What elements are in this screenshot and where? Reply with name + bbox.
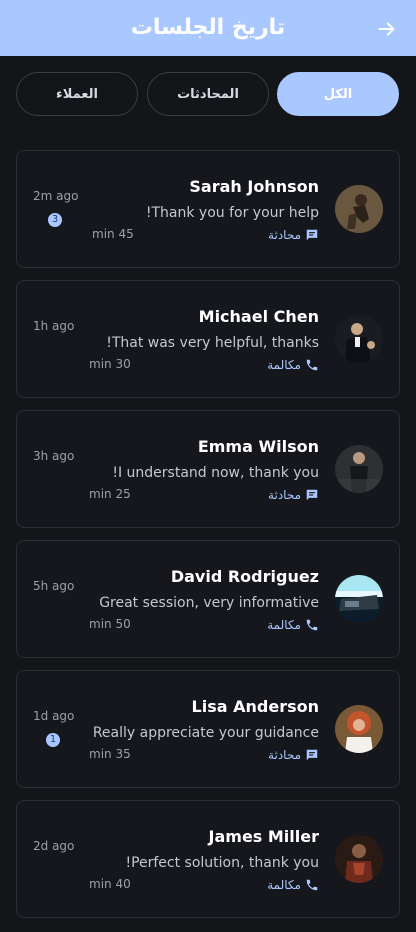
phone-icon [305,358,319,372]
session-time: 2m ago [33,189,79,203]
session-time: 1d ago [33,709,75,723]
session-time: 1h ago [33,319,75,333]
session-duration: min 30 [89,357,131,371]
session-duration: min 35 [89,747,131,761]
session-type-label: مكالمة [267,878,301,892]
session-type-label: مكالمة [267,618,301,632]
back-button[interactable] [372,14,402,44]
session-type: محادثة [268,747,319,763]
session-type: محادثة [268,487,319,503]
session-type: مكالمة [267,617,319,633]
session-type-label: محادثة [268,228,301,242]
session-message: !Perfect solution, thank you [125,855,319,871]
session-name: Michael Chen [198,307,319,326]
session-duration: min 50 [89,617,131,631]
session-type: محادثة [268,227,319,243]
chat-icon [305,488,319,502]
phone-icon [305,878,319,892]
page-title: تاريخ الجلسات [130,15,286,40]
phone-icon [305,618,319,632]
session-message: !That was very helpful, thanks [106,335,319,351]
session-duration: min 25 [89,487,131,501]
tab-clients[interactable]: العملاء [16,72,138,116]
avatar [335,705,383,753]
session-type-label: مكالمة [267,358,301,372]
session-name: Lisa Anderson [191,697,319,716]
chat-icon [305,228,319,242]
session-message: Really appreciate your guidance [92,725,319,741]
arrow-right-icon [378,22,395,36]
chat-icon [305,748,319,762]
session-card[interactable]: Lisa Anderson Really appreciate your gui… [16,670,400,788]
avatar [335,315,383,363]
session-message: !Thank you for your help [145,205,319,221]
session-card[interactable]: Emma Wilson !I understand now, thank you… [16,410,400,528]
session-card[interactable]: David Rodriguez Great session, very info… [16,540,400,658]
avatar [335,185,383,233]
session-message: Great session, very informative [99,595,319,611]
session-name: David Rodriguez [170,567,319,586]
avatar [335,835,383,883]
session-duration: min 45 [92,227,134,241]
session-type-label: محادثة [268,488,301,502]
session-card[interactable]: James Miller !Perfect solution, thank yo… [16,800,400,918]
session-duration: min 40 [89,877,131,891]
session-time: 3h ago [33,449,75,463]
session-card[interactable]: Sarah Johnson !Thank you for your help م… [16,150,400,268]
avatar [335,575,383,623]
tab-all[interactable]: الكل [277,72,399,116]
session-time: 2d ago [33,839,75,853]
session-type-label: محادثة [268,748,301,762]
session-name: Sarah Johnson [189,177,319,196]
session-name: James Miller [208,827,319,846]
session-time: 5h ago [33,579,75,593]
session-name: Emma Wilson [197,437,319,456]
session-card[interactable]: Michael Chen !That was very helpful, tha… [16,280,400,398]
session-type: مكالمة [267,357,319,373]
app-header: تاريخ الجلسات [0,0,416,56]
filter-tabs: الكل المحادثات العملاء [0,72,416,118]
session-type: مكالمة [267,877,319,893]
unread-badge: 1 [46,733,60,747]
session-message: !I understand now, thank you [112,465,319,481]
tab-conversations[interactable]: المحادثات [147,72,269,116]
avatar [335,445,383,493]
unread-badge: 3 [48,213,62,227]
